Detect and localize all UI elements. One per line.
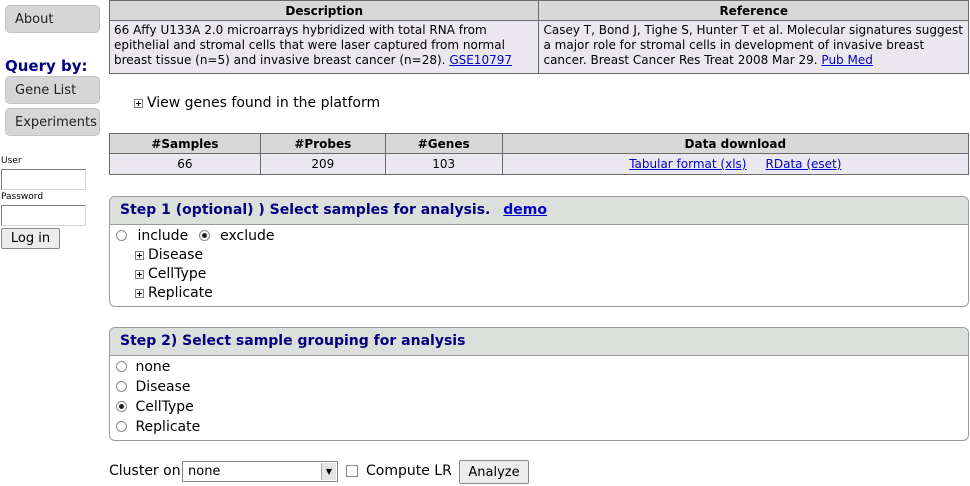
expand-icon[interactable] [134, 98, 143, 108]
disease-label: Disease [135, 379, 191, 395]
experiments-button[interactable]: Experiments [5, 108, 100, 136]
probes-value: 209 [259, 153, 386, 175]
group-disease-label: Disease [148, 247, 204, 263]
download-cell: Tabular format (xls) RData (eset) [501, 153, 970, 175]
replicate-radio[interactable] [116, 421, 127, 432]
description-header: Description [108, 0, 540, 21]
reference-cell: Casey T, Bond J, Tighe S, Hunter T et al… [538, 20, 969, 74]
download-xls-link[interactable]: Tabular format (xls) [629, 157, 746, 171]
group-replicate-toggle[interactable]: Replicate [110, 284, 968, 303]
group-replicate-label: Replicate [148, 285, 213, 301]
probes-header: #Probes [259, 133, 386, 154]
login-button[interactable]: Log in [1, 228, 60, 249]
expand-icon[interactable] [135, 288, 144, 298]
description-cell: 66 Affy U133A 2.0 microarrays hybridized… [108, 20, 540, 74]
include-radio[interactable] [116, 230, 127, 241]
compute-lr-checkbox[interactable] [346, 465, 358, 477]
download-rdata-link[interactable]: RData (eset) [766, 157, 842, 171]
step2-panel: Step 2) Select sample grouping for analy… [109, 327, 969, 441]
genes-value: 103 [384, 153, 503, 175]
data-download-header: Data download [501, 133, 970, 154]
view-genes-toggle[interactable]: View genes found in the platform [134, 95, 380, 111]
reference-text: Casey T, Bond J, Tighe S, Hunter T et al… [543, 23, 963, 67]
grouping-option-disease[interactable]: Disease [116, 378, 968, 398]
expand-icon[interactable] [135, 250, 144, 260]
grouping-option-none[interactable]: none [116, 358, 968, 378]
gene-list-button[interactable]: Gene List [5, 76, 100, 104]
stats-table: #Samples #Probes #Genes Data download 66… [109, 133, 970, 175]
step1-title: Step 1 (optional) ) Select samples for a… [120, 202, 491, 218]
description-text: 66 Affy U133A 2.0 microarrays hybridized… [114, 23, 505, 67]
group-celltype-label: CellType [148, 266, 207, 282]
user-input[interactable] [1, 169, 86, 190]
view-genes-label: View genes found in the platform [147, 95, 381, 111]
replicate-label: Replicate [135, 419, 201, 435]
group-disease-toggle[interactable]: Disease [110, 246, 968, 265]
exclude-label: exclude [220, 228, 275, 244]
analyze-button[interactable]: Analyze [459, 460, 529, 484]
samples-value: 66 [109, 153, 261, 175]
password-label: Password [1, 192, 44, 202]
step2-header: Step 2) Select sample grouping for analy… [110, 328, 968, 356]
step1-panel: Step 1 (optional) ) Select samples for a… [109, 196, 969, 307]
group-celltype-toggle[interactable]: CellType [110, 265, 968, 284]
celltype-radio[interactable] [116, 401, 127, 412]
none-radio[interactable] [116, 361, 127, 372]
demo-link[interactable]: demo [503, 202, 547, 218]
none-label: none [135, 359, 171, 375]
user-label: User [1, 156, 22, 166]
cluster-on-label: Cluster on [109, 463, 181, 479]
grouping-options: none Disease CellType Replicate [110, 358, 968, 438]
chevron-down-icon[interactable]: ▼ [321, 463, 336, 480]
cluster-select-value: none [188, 464, 221, 479]
include-label: include [137, 228, 189, 244]
genes-header: #Genes [384, 133, 503, 154]
description-table: Description Reference 66 Affy U133A 2.0 … [108, 0, 969, 74]
grouping-option-celltype[interactable]: CellType [116, 398, 968, 418]
compute-lr-label: Compute LR [366, 463, 452, 479]
cluster-select[interactable]: none ▼ [182, 461, 338, 482]
grouping-option-replicate[interactable]: Replicate [116, 418, 968, 438]
pubmed-link[interactable]: Pub Med [821, 53, 872, 67]
step1-header: Step 1 (optional) ) Select samples for a… [110, 197, 968, 225]
about-button[interactable]: About [5, 5, 100, 33]
expand-icon[interactable] [135, 269, 144, 279]
include-exclude-row: include exclude [110, 227, 968, 246]
query-by-heading: Query by: [5, 57, 88, 75]
reference-header: Reference [538, 0, 969, 21]
step2-title: Step 2) Select sample grouping for analy… [120, 333, 466, 349]
gse-link[interactable]: GSE10797 [449, 53, 512, 67]
password-input[interactable] [1, 205, 86, 226]
celltype-label: CellType [135, 399, 194, 415]
samples-header: #Samples [109, 133, 261, 154]
disease-radio[interactable] [116, 381, 127, 392]
exclude-radio[interactable] [198, 230, 210, 241]
